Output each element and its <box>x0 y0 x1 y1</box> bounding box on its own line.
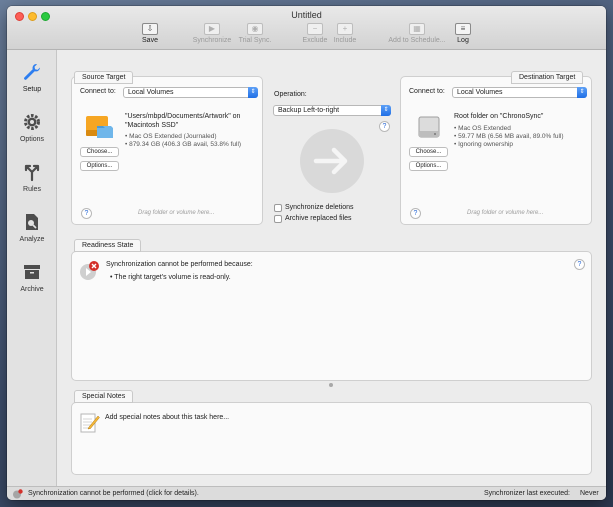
special-notes-tab: Special Notes <box>74 390 134 403</box>
include-icon: + <box>337 23 353 35</box>
operation-select[interactable]: Backup Left-to-right ⇕ <box>273 105 391 116</box>
sidebar-item-archive[interactable]: Archive <box>7 262 57 293</box>
gear-icon <box>21 112 43 134</box>
log-icon: ≡ <box>455 23 471 35</box>
special-notes-panel: Add special notes about this task here..… <box>71 402 592 475</box>
source-path-line2: "Macintosh SSD" <box>125 122 179 129</box>
source-path-line1: "Users/mbpd/Documents/Artwork" on <box>125 113 241 120</box>
sidebar-label-analyze: Analyze <box>19 236 45 243</box>
chevron-updown-icon: ⇕ <box>577 87 587 98</box>
source-detail-format: • Mac OS Extended (Journaled) <box>125 133 217 140</box>
sidebar-item-analyze[interactable]: Analyze <box>7 212 57 243</box>
archive-replaced-label: Archive replaced files <box>285 215 352 222</box>
readiness-heading: Synchronization cannot be performed beca… <box>106 261 253 268</box>
trial-sync-button[interactable]: ◉ Trial Sync. <box>225 23 285 44</box>
sync-deletions-label: Synchronize deletions <box>285 204 354 211</box>
trial-sync-icon: ◉ <box>247 23 263 35</box>
destination-detail-format: • Mac OS Extended <box>454 125 511 132</box>
destination-target-tab: Destination Target <box>511 71 584 84</box>
source-detail-capacity: • 879.34 GB (406.3 GB avail, 53.8% full) <box>125 141 242 148</box>
destination-detail-capacity: • 59.77 MB (6.56 MB avail, 89.0% full) <box>454 133 564 140</box>
sidebar-label-options: Options <box>19 136 45 143</box>
source-connect-label: Connect to: <box>80 88 116 95</box>
include-label: Include <box>333 37 357 44</box>
sidebar-label-archive: Archive <box>20 286 44 293</box>
operation-label: Operation: <box>274 91 307 98</box>
source-options-button[interactable]: Options... <box>80 161 119 171</box>
save-label: Save <box>142 37 158 44</box>
titlebar: Untitled ⇩ Save ▶ Synchronize ◉ Trial Sy… <box>7 6 606 50</box>
destination-connect-label: Connect to: <box>409 88 445 95</box>
destination-detail-ownership: • Ignoring ownership <box>454 141 514 148</box>
destination-help-button[interactable]: ? <box>410 208 421 219</box>
source-connect-value: Local Volumes <box>128 89 174 96</box>
sidebar-item-options[interactable]: Options <box>7 112 57 143</box>
destination-connect-select[interactable]: Local Volumes ⇕ <box>452 87 587 98</box>
source-choose-button[interactable]: Choose... <box>80 147 119 157</box>
wrench-icon <box>21 62 43 84</box>
destination-target-panel: Connect to: Local Volumes ⇕ Root folder … <box>400 76 592 225</box>
readiness-help-button[interactable]: ? <box>574 259 585 270</box>
sync-error-icon <box>79 260 101 282</box>
calendar-icon: ▦ <box>409 23 425 35</box>
special-notes-field[interactable]: Add special notes about this task here..… <box>105 414 229 421</box>
operation-value: Backup Left-to-right <box>278 107 340 114</box>
sidebar-item-setup[interactable]: Setup <box>7 62 57 93</box>
readiness-state-tab: Readiness State <box>74 239 142 252</box>
status-message[interactable]: Synchronization cannot be performed (cli… <box>28 490 199 497</box>
include-button[interactable]: + Include <box>315 23 375 44</box>
notepad-pencil-icon <box>80 411 100 433</box>
source-target-panel: Connect to: Local Volumes ⇕ "Users/mbpd/… <box>71 76 263 225</box>
document-magnifier-icon <box>21 212 43 234</box>
destination-choose-button[interactable]: Choose... <box>409 147 448 157</box>
readiness-reason: • The right target's volume is read-only… <box>110 274 231 281</box>
last-executed-value: Never <box>580 490 599 497</box>
hard-drive-icon <box>418 114 440 140</box>
app-window: Untitled ⇩ Save ▶ Synchronize ◉ Trial Sy… <box>7 6 606 500</box>
destination-drop-hint: Drag folder or volume here... <box>467 210 544 216</box>
trial-sync-label: Trial Sync. <box>238 37 272 44</box>
fork-arrows-icon <box>21 162 43 184</box>
source-target-tab: Source Target <box>74 71 134 84</box>
log-button[interactable]: ≡ Log <box>433 23 493 44</box>
chevron-updown-icon: ⇕ <box>248 87 258 98</box>
save-button[interactable]: ⇩ Save <box>120 23 180 44</box>
sync-deletions-checkbox[interactable] <box>274 204 282 212</box>
source-drop-hint: Drag folder or volume here... <box>138 210 215 216</box>
source-connect-select[interactable]: Local Volumes ⇕ <box>123 87 258 98</box>
sidebar-label-setup: Setup <box>22 86 42 93</box>
chevron-updown-icon: ⇕ <box>381 105 391 116</box>
destination-options-button[interactable]: Options... <box>409 161 448 171</box>
split-view-handle[interactable] <box>329 383 333 387</box>
log-label: Log <box>457 37 469 44</box>
status-error-icon <box>13 489 23 499</box>
direction-arrow-icon <box>300 129 364 193</box>
operation-help-button[interactable]: ? <box>379 121 390 132</box>
destination-connect-value: Local Volumes <box>457 89 503 96</box>
save-icon: ⇩ <box>142 23 158 35</box>
archive-box-icon <box>21 262 43 284</box>
drive-folder-icon <box>85 114 115 140</box>
play-icon: ▶ <box>204 23 220 35</box>
readiness-state-panel: Synchronization cannot be performed beca… <box>71 251 592 381</box>
sidebar-item-rules[interactable]: Rules <box>7 162 57 193</box>
sidebar: Setup Options Rules Analyze Archive <box>7 50 57 486</box>
destination-path-line1: Root folder on "ChronoSync" <box>454 113 544 120</box>
sidebar-label-rules: Rules <box>23 186 41 193</box>
source-help-button[interactable]: ? <box>81 208 92 219</box>
window-title: Untitled <box>291 10 322 20</box>
last-executed-label: Synchronizer last executed: <box>484 490 570 497</box>
main-content: Connect to: Local Volumes ⇕ "Users/mbpd/… <box>57 50 606 486</box>
status-bar: Synchronization cannot be performed (cli… <box>7 486 606 500</box>
archive-replaced-checkbox[interactable] <box>274 215 282 223</box>
